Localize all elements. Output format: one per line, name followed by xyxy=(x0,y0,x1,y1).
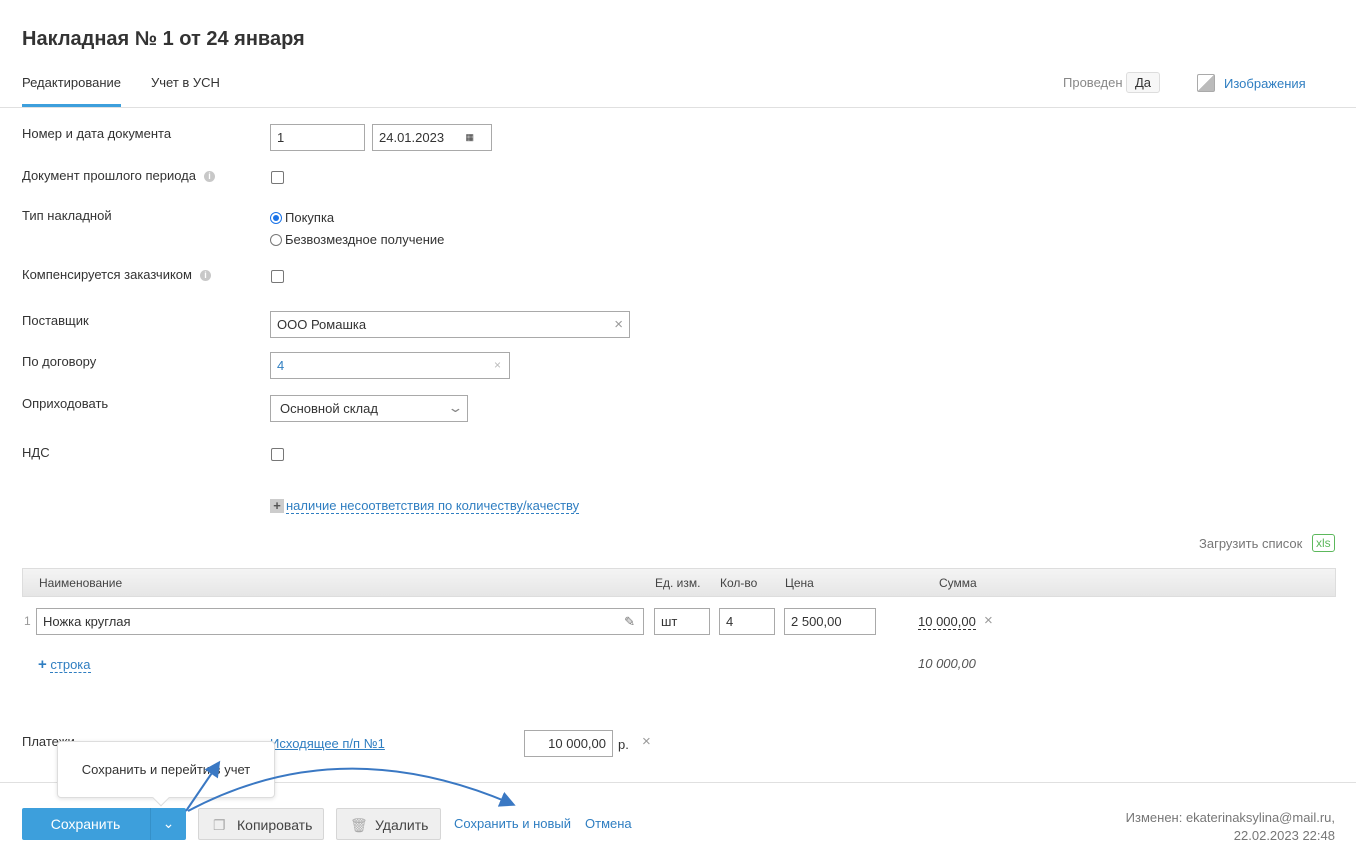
trash-icon: 🗑 xyxy=(350,817,368,833)
past-period-checkbox[interactable] xyxy=(271,171,284,184)
copy-button[interactable]: ❐ Копировать xyxy=(198,808,324,840)
supplier-label: Поставщик xyxy=(22,313,89,328)
contract-input[interactable]: 4 × xyxy=(270,352,510,379)
supplier-value: ООО Ромашка xyxy=(277,317,367,332)
upload-list-label[interactable]: Загрузить список xyxy=(1199,536,1302,551)
modified-date: 22.02.2023 22:48 xyxy=(1233,828,1335,843)
copy-icon: ❐ xyxy=(213,817,226,833)
compensated-label: Компенсируется заказчиком i xyxy=(22,267,211,282)
table-total: 10 000,00 xyxy=(918,656,976,671)
divider xyxy=(0,107,1356,108)
doc-number-input[interactable]: 1 xyxy=(270,124,365,151)
plus-icon: + xyxy=(38,656,47,673)
mismatch-link[interactable]: + наличие несоответствия по количеству/ка… xyxy=(270,498,580,514)
xls-button[interactable]: xls xyxy=(1312,534,1335,552)
unit-input[interactable]: шт xyxy=(654,608,710,635)
item-name-input[interactable]: Ножка круглая ✎ xyxy=(36,608,644,635)
doc-number-label: Номер и дата документа xyxy=(22,126,172,141)
contract-label: По договору xyxy=(22,354,97,369)
plus-icon: + xyxy=(270,499,284,513)
radio-icon xyxy=(270,212,282,224)
modified-by: Изменен: ekaterinaksylina@mail.ru, xyxy=(1125,810,1335,825)
warehouse-value: Основной склад xyxy=(280,401,378,416)
warehouse-label: Оприходовать xyxy=(22,396,109,411)
col-name: Наименование xyxy=(39,576,123,590)
chevron-down-icon: ⌄ xyxy=(447,400,464,415)
modified-info: Изменен: ekaterinaksylina@mail.ru, 22.02.… xyxy=(1126,809,1335,845)
table-header: Наименование Ед. изм. Кол-во Цена Сумма xyxy=(22,568,1336,597)
compensated-text: Компенсируется заказчиком xyxy=(22,267,192,282)
image-icon[interactable] xyxy=(1197,74,1215,92)
doc-date-value: 24.01.2023 xyxy=(379,130,445,145)
past-period-label: Документ прошлого периода i xyxy=(22,168,215,183)
vat-label: НДС xyxy=(22,445,50,460)
cancel-link[interactable]: Отмена xyxy=(585,816,632,831)
add-row-text: строка xyxy=(50,657,91,673)
delete-button[interactable]: 🗑 Удалить xyxy=(336,808,441,840)
info-icon[interactable]: i xyxy=(199,270,211,281)
delete-row-icon[interactable]: × xyxy=(984,612,993,629)
radio-purchase[interactable]: Покупка xyxy=(270,210,334,225)
tab-usn[interactable]: Учет в УСН xyxy=(151,75,220,98)
tab-editing[interactable]: Редактирование xyxy=(22,75,122,107)
past-period-text: Документ прошлого периода xyxy=(22,168,196,183)
clear-icon[interactable]: × xyxy=(494,353,501,378)
calendar-icon[interactable]: ▦ xyxy=(465,125,473,150)
doc-date-input[interactable]: 24.01.2023 ▦ xyxy=(372,124,492,151)
row-sum[interactable]: 10 000,00 xyxy=(918,614,976,630)
radio-label: Покупка xyxy=(285,210,335,225)
warehouse-select[interactable]: Основной склад ⌄ xyxy=(270,395,468,422)
clear-icon[interactable]: × xyxy=(614,312,623,337)
radio-label: Безвозмездное получение xyxy=(285,232,445,247)
price-input[interactable]: 2 500,00 xyxy=(784,608,876,635)
save-and-new-link[interactable]: Сохранить и новый xyxy=(454,816,571,831)
contract-value: 4 xyxy=(277,358,285,373)
posted-label: Проведен xyxy=(1063,75,1123,90)
page-title: Накладная № 1 от 24 января xyxy=(22,28,305,50)
add-row-link[interactable]: + строка xyxy=(38,656,91,673)
pencil-icon[interactable]: ✎ xyxy=(624,609,635,634)
vat-checkbox[interactable] xyxy=(271,448,284,461)
item-name-value: Ножка круглая xyxy=(43,614,131,629)
col-unit: Ед. изм. xyxy=(655,576,701,590)
radio-free[interactable]: Безвозмездное получение xyxy=(270,232,444,247)
mismatch-text: наличие несоответствия по количеству/кач… xyxy=(286,498,580,514)
images-link[interactable]: Изображения xyxy=(1224,76,1306,91)
row-number: 1 xyxy=(24,614,31,628)
delete-label: Удалить xyxy=(375,817,429,833)
type-label: Тип накладной xyxy=(22,208,112,223)
copy-label: Копировать xyxy=(237,817,313,833)
radio-icon xyxy=(270,234,282,246)
col-sum: Сумма xyxy=(939,576,977,590)
supplier-input[interactable]: ООО Ромашка × xyxy=(270,311,630,338)
col-price: Цена xyxy=(785,576,814,590)
info-icon[interactable]: i xyxy=(204,171,215,182)
compensated-checkbox[interactable] xyxy=(271,270,284,283)
col-qty: Кол-во xyxy=(720,576,758,590)
qty-input[interactable]: 4 xyxy=(719,608,775,635)
posted-toggle[interactable]: Да xyxy=(1126,72,1161,93)
